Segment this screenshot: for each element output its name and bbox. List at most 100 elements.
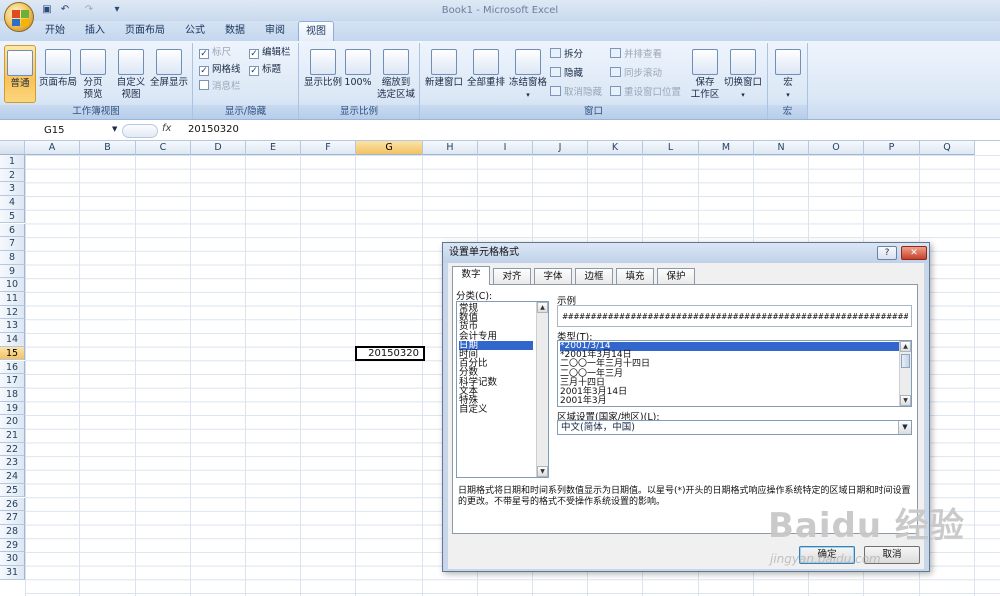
column-header-a[interactable]: A xyxy=(25,141,80,155)
row-header-3[interactable]: 3 xyxy=(0,182,25,197)
column-header-h[interactable]: H xyxy=(423,141,478,155)
normal-view-button[interactable]: 普通 xyxy=(4,45,36,103)
chevron-down-icon[interactable]: ▼ xyxy=(898,421,911,434)
row-header-25[interactable]: 25 xyxy=(0,483,25,498)
row-header-1[interactable]: 1 xyxy=(0,155,25,169)
gridlines-checkbox[interactable]: ✓ 网格线 xyxy=(199,63,241,77)
close-button[interactable]: ✕ xyxy=(901,246,927,260)
side-by-side-button[interactable]: 并排查看 xyxy=(610,48,662,62)
row-header-4[interactable]: 4 xyxy=(0,196,25,210)
row-header-23[interactable]: 23 xyxy=(0,456,25,471)
tab-insert[interactable]: 插入 xyxy=(78,21,112,41)
unhide-button[interactable]: 取消隐藏 xyxy=(550,86,602,100)
zoom-100-button[interactable]: 100% xyxy=(343,45,373,89)
arrange-all-button[interactable]: 全部重排 xyxy=(466,45,506,89)
column-header-e[interactable]: E xyxy=(246,141,301,155)
reset-position-button[interactable]: 重设窗口位置 xyxy=(610,86,681,100)
save-workspace-button[interactable]: 保存 工作区 xyxy=(690,45,720,101)
row-header-20[interactable]: 20 xyxy=(0,415,25,429)
row-header-8[interactable]: 8 xyxy=(0,250,25,265)
save-icon[interactable]: ▣ xyxy=(40,3,54,17)
row-header-24[interactable]: 24 xyxy=(0,470,25,484)
tab-font[interactable]: 字体 xyxy=(534,268,572,284)
active-cell-g15[interactable]: 20150320 xyxy=(355,346,425,361)
row-header-30[interactable]: 30 xyxy=(0,552,25,566)
chevron-down-icon[interactable]: ▼ xyxy=(112,125,117,133)
redo-icon[interactable]: ↷ xyxy=(82,3,96,17)
full-screen-button[interactable]: 全屏显示 xyxy=(148,45,190,89)
custom-views-button[interactable]: 自定义 视图 xyxy=(114,45,148,101)
tab-protection[interactable]: 保护 xyxy=(657,268,695,284)
message-bar-checkbox[interactable]: 消息栏 xyxy=(199,80,241,94)
locale-select[interactable]: 中文(简体，中国) ▼ xyxy=(557,420,912,435)
row-header-2[interactable]: 2 xyxy=(0,168,25,183)
type-scrollbar[interactable]: ▲ ▼ xyxy=(899,341,911,406)
customize-qat-icon[interactable]: ▾ xyxy=(110,3,124,17)
cancel-button[interactable]: 取消 xyxy=(864,546,920,564)
row-header-21[interactable]: 21 xyxy=(0,429,25,443)
tab-alignment[interactable]: 对齐 xyxy=(493,268,531,284)
tab-fill[interactable]: 填充 xyxy=(616,268,654,284)
row-header-28[interactable]: 28 xyxy=(0,524,25,539)
row-header-26[interactable]: 26 xyxy=(0,497,25,512)
split-button[interactable]: 拆分 xyxy=(550,48,583,62)
tab-review[interactable]: 审阅 xyxy=(258,21,292,41)
row-header-6[interactable]: 6 xyxy=(0,223,25,238)
tab-border[interactable]: 边框 xyxy=(575,268,613,284)
tab-formulas[interactable]: 公式 xyxy=(178,21,212,41)
page-layout-view-button[interactable]: 页面布局 xyxy=(38,45,78,89)
row-header-19[interactable]: 19 xyxy=(0,401,25,416)
formula-bar-checkbox[interactable]: ✓ 编辑栏 xyxy=(249,46,291,60)
row-header-17[interactable]: 17 xyxy=(0,374,25,388)
scroll-up-icon[interactable]: ▲ xyxy=(900,341,911,352)
row-header-5[interactable]: 5 xyxy=(0,209,25,224)
row-header-27[interactable]: 27 xyxy=(0,511,25,525)
column-header-l[interactable]: L xyxy=(643,141,699,155)
column-header-m[interactable]: M xyxy=(699,141,754,155)
row-header-12[interactable]: 12 xyxy=(0,305,25,320)
row-header-7[interactable]: 7 xyxy=(0,237,25,251)
type-item[interactable]: 2001年3月 xyxy=(560,397,900,406)
type-item[interactable]: 2001年3月14日 xyxy=(560,388,900,397)
insert-function-icon[interactable]: fx xyxy=(162,123,171,134)
tab-view[interactable]: 视图 xyxy=(298,21,334,41)
undo-icon[interactable]: ↶ xyxy=(58,3,72,17)
formula-bar-resize-handle[interactable] xyxy=(122,124,158,138)
formula-input[interactable]: 20150320 xyxy=(188,124,239,135)
column-header-g[interactable]: G xyxy=(356,141,423,155)
column-header-p[interactable]: P xyxy=(864,141,920,155)
column-header-d[interactable]: D xyxy=(191,141,246,155)
name-box[interactable]: G15 xyxy=(0,123,120,139)
category-list[interactable]: 常规 数值 货币 会计专用 日期 时间 百分比 分数 科学记数 文本 特殊 自定义 ▲ ▼ xyxy=(456,301,549,478)
sync-scroll-button[interactable]: 同步滚动 xyxy=(610,67,662,81)
macros-button[interactable]: 宏 ▾ xyxy=(774,45,802,101)
switch-windows-button[interactable]: 切换窗口 ▾ xyxy=(722,45,764,101)
select-all-corner[interactable] xyxy=(0,141,25,155)
column-header-i[interactable]: I xyxy=(478,141,533,155)
zoom-button[interactable]: 显示比例 xyxy=(303,45,343,89)
row-header-18[interactable]: 18 xyxy=(0,387,25,402)
column-header-b[interactable]: B xyxy=(80,141,136,155)
row-header-16[interactable]: 16 xyxy=(0,360,25,375)
ok-button[interactable]: 确定 xyxy=(799,546,855,564)
freeze-panes-button[interactable]: 冻结窗格 ▾ xyxy=(508,45,548,101)
row-header-9[interactable]: 9 xyxy=(0,264,25,279)
row-header-22[interactable]: 22 xyxy=(0,442,25,457)
row-header-10[interactable]: 10 xyxy=(0,278,25,292)
column-header-f[interactable]: F xyxy=(301,141,356,155)
row-header-15[interactable]: 15 xyxy=(0,346,25,361)
scroll-thumb[interactable] xyxy=(901,354,910,368)
row-header-31[interactable]: 31 xyxy=(0,566,25,580)
headings-checkbox[interactable]: ✓ 标题 xyxy=(249,63,281,77)
tab-page-layout[interactable]: 页面布局 xyxy=(118,21,172,41)
tab-data[interactable]: 数据 xyxy=(218,21,252,41)
help-button[interactable]: ? xyxy=(877,246,897,260)
column-header-j[interactable]: J xyxy=(533,141,588,155)
ruler-checkbox[interactable]: ✓ 标尺 xyxy=(199,46,231,60)
column-header-k[interactable]: K xyxy=(588,141,643,155)
tab-number[interactable]: 数字 xyxy=(452,266,490,285)
column-header-o[interactable]: O xyxy=(809,141,864,155)
tab-home[interactable]: 开始 xyxy=(38,21,72,41)
type-list[interactable]: *2001/3/14 *2001年3月14日 二〇〇一年三月十四日 二〇〇一年三月 三月… xyxy=(557,340,912,407)
column-header-c[interactable]: C xyxy=(136,141,191,155)
